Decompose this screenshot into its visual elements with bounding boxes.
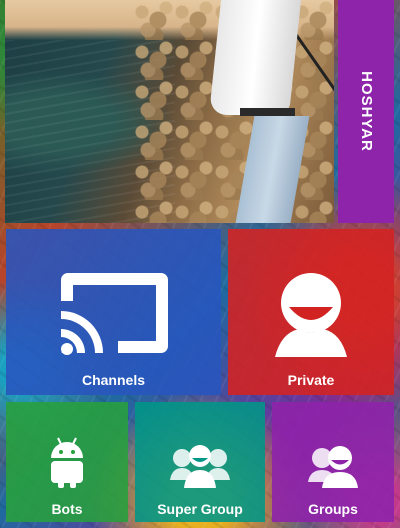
header-photo: [5, 0, 334, 223]
profile-name: HOSHYAR: [357, 71, 375, 152]
profile-name-banner[interactable]: HOSHYAR: [338, 0, 394, 223]
bots-label: Bots: [51, 501, 83, 517]
super-group-tile[interactable]: Super Group: [135, 402, 265, 522]
android-icon: [51, 437, 83, 488]
photo-person-belt: [240, 108, 295, 116]
bots-tile[interactable]: Bots: [6, 402, 128, 522]
cast-icon: [61, 273, 168, 355]
groups-tile[interactable]: Groups: [272, 402, 394, 522]
private-tile[interactable]: Private: [228, 229, 394, 395]
groups-label: Groups: [308, 501, 358, 517]
private-label: Private: [287, 372, 335, 388]
photo-person-shirt: [208, 0, 302, 115]
people-group-icon: [170, 445, 230, 488]
user-icon: [275, 273, 347, 357]
super-group-label: Super Group: [157, 501, 243, 517]
home-screen: HOSHYAR Channels Private Bots Super Grou…: [0, 0, 400, 528]
channels-label: Channels: [81, 372, 145, 388]
people-icon: [308, 446, 358, 488]
channels-tile[interactable]: Channels: [6, 229, 221, 395]
